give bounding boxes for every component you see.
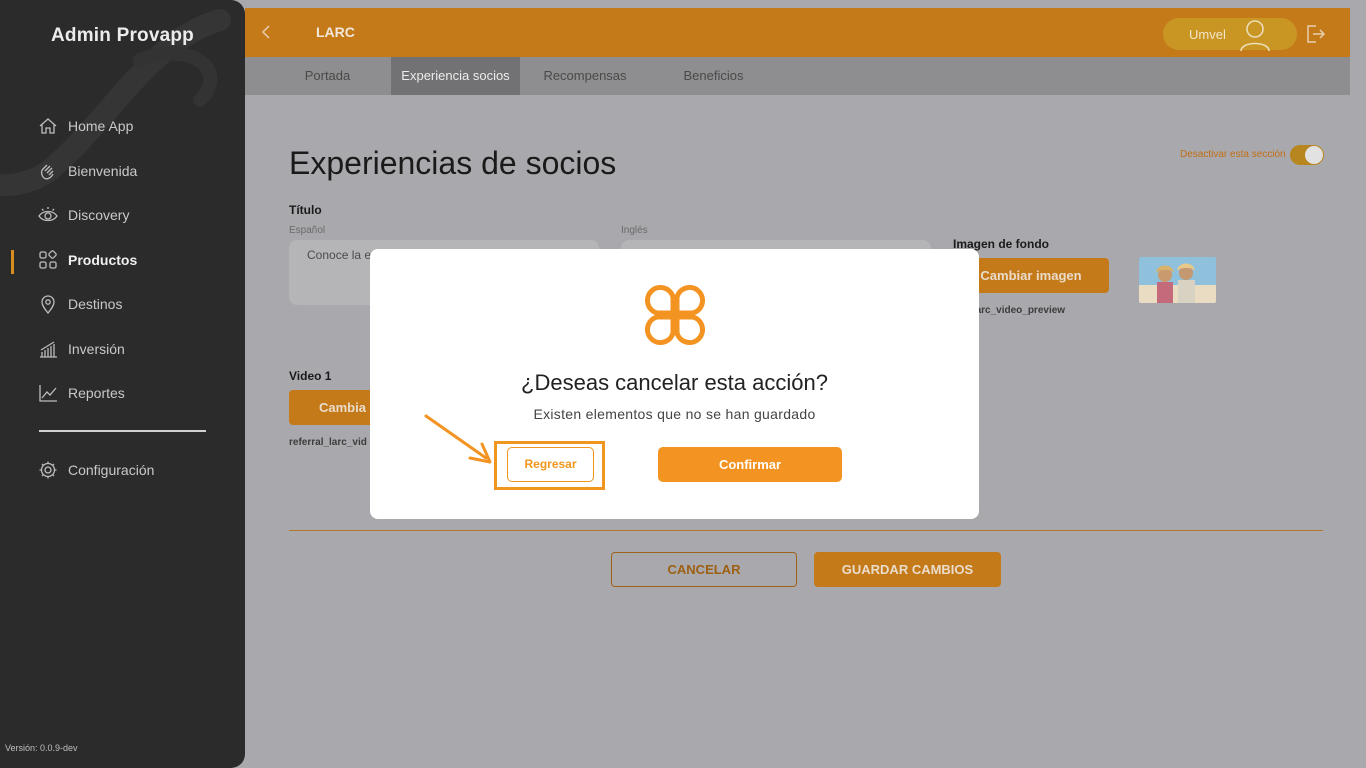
sidebar-item-label: Reportes bbox=[68, 385, 125, 401]
cancel-button[interactable]: CANCELAR bbox=[611, 552, 797, 587]
gear-icon bbox=[39, 461, 57, 479]
page-name: LARC bbox=[316, 24, 355, 40]
app-title: Admin Provapp bbox=[50, 25, 194, 46]
video-filename: referral_larc_vid bbox=[289, 437, 367, 448]
top-bar: LARC Umvel bbox=[245, 8, 1350, 57]
sidebar-item-label: Destinos bbox=[68, 296, 123, 312]
sidebar-item-destinos[interactable]: Destinos bbox=[38, 292, 122, 316]
titulo-label: Título bbox=[289, 203, 322, 217]
sidebar-item-home-app[interactable]: Home App bbox=[38, 114, 133, 138]
tab-beneficios[interactable]: Beneficios bbox=[665, 57, 762, 95]
sidebar: Admin Provapp Home App Bienvenida Discov… bbox=[0, 0, 245, 768]
sidebar-item-label: Configuración bbox=[68, 462, 155, 478]
user-name: Umvel bbox=[1189, 27, 1226, 42]
pointer-arrow-icon bbox=[424, 414, 492, 464]
confirm-cancel-dialog: ¿Deseas cancelar esta acción? Existen el… bbox=[370, 249, 979, 519]
sidebar-item-label: Home App bbox=[68, 118, 134, 134]
user-avatar-icon bbox=[1240, 20, 1270, 51]
espanol-label: Español bbox=[289, 225, 326, 236]
ingles-label: Inglés bbox=[621, 225, 648, 236]
toggle-label: Desactivar esta sección bbox=[1180, 149, 1286, 160]
video-label: Video 1 bbox=[289, 369, 332, 383]
section-divider bbox=[289, 530, 1323, 531]
dialog-title: ¿Deseas cancelar esta acción? bbox=[521, 370, 828, 395]
bar-chart-icon bbox=[40, 341, 57, 358]
sidebar-item-discovery[interactable]: Discovery bbox=[38, 203, 129, 227]
save-changes-button[interactable]: GUARDAR CAMBIOS bbox=[814, 552, 1001, 587]
sidebar-item-label: Discovery bbox=[68, 207, 130, 223]
sidebar-item-reportes[interactable]: Reportes bbox=[38, 381, 125, 405]
sidebar-item-label: Bienvenida bbox=[68, 163, 138, 179]
sidebar-item-productos[interactable]: Productos bbox=[38, 248, 137, 272]
chevron-left-icon[interactable] bbox=[257, 22, 277, 42]
line-chart-icon bbox=[39, 385, 57, 402]
tab-bar: Portada Experiencia socios Recompensas B… bbox=[245, 57, 1350, 95]
sidebar-item-label: Inversión bbox=[68, 341, 125, 357]
sidebar-item-inversion[interactable]: Inversión bbox=[38, 337, 125, 361]
sidebar-item-bienvenida[interactable]: Bienvenida bbox=[38, 159, 137, 183]
home-icon bbox=[39, 118, 57, 134]
tab-experiencia-socios[interactable]: Experiencia socios bbox=[391, 57, 520, 95]
user-menu-button[interactable]: Umvel bbox=[1163, 18, 1297, 51]
logout-icon[interactable] bbox=[1303, 22, 1327, 46]
page-title: Experiencias de socios bbox=[289, 145, 617, 181]
section-toggle[interactable] bbox=[1290, 145, 1324, 165]
confirm-button[interactable]: Confirmar bbox=[658, 447, 842, 482]
background-image-thumbnail bbox=[1139, 257, 1216, 303]
clover-logo-icon bbox=[644, 284, 706, 346]
grid-icon bbox=[39, 250, 57, 269]
tab-portada[interactable]: Portada bbox=[281, 57, 374, 95]
photo-thumbnail-image bbox=[1139, 257, 1216, 303]
toggle-knob bbox=[1305, 146, 1323, 164]
eye-icon bbox=[38, 207, 58, 222]
back-button[interactable]: Regresar bbox=[507, 447, 594, 482]
version-label: Versión: 0.0.9-dev bbox=[5, 743, 78, 753]
location-pin-icon bbox=[41, 295, 55, 314]
active-nav-indicator bbox=[11, 250, 14, 274]
wave-hand-icon bbox=[40, 164, 54, 180]
tab-recompensas[interactable]: Recompensas bbox=[535, 57, 635, 95]
sidebar-item-configuracion[interactable]: Configuración bbox=[38, 458, 154, 482]
sidebar-item-label: Productos bbox=[68, 252, 138, 268]
sidebar-divider bbox=[39, 430, 206, 432]
